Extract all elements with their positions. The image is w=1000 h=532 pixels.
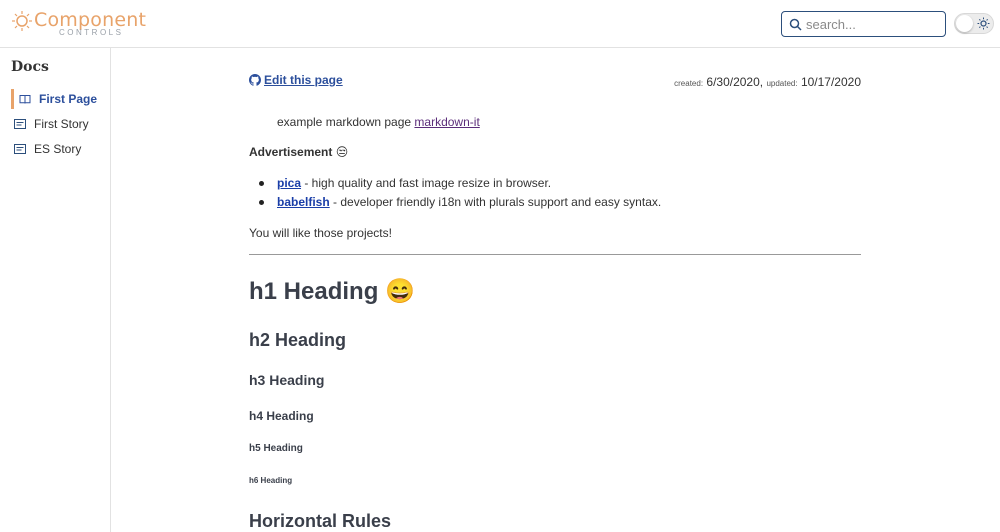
sidebar-item-es-story[interactable]: ES Story (11, 139, 109, 159)
example-text: example markdown page (277, 115, 415, 129)
edit-page-label: Edit this page (264, 73, 343, 87)
sidebar-title: Docs (11, 59, 49, 75)
list-item-desc: - high quality and fast image resize in … (301, 176, 552, 190)
search-icon (789, 18, 802, 31)
search-input[interactable] (806, 15, 940, 33)
like-paragraph: You will like those projects! (249, 226, 392, 240)
search-box[interactable] (781, 11, 946, 37)
page-dates: created: 6/30/2020, updated: 10/17/2020 (674, 75, 861, 89)
list-item-desc: - developer friendly i18n with plurals s… (329, 195, 662, 209)
logo[interactable]: Component CONTROLS (11, 8, 146, 40)
edit-page-link[interactable]: Edit this page (249, 73, 343, 87)
sidebar-item-first-story[interactable]: First Story (11, 114, 109, 134)
toggle-knob (956, 15, 973, 32)
created-label: created: (674, 79, 704, 88)
h4-heading: h4 Heading (249, 409, 314, 423)
created-date: 6/30/2020, (706, 75, 764, 89)
advertisement-heading: Advertisement 😒 (249, 145, 349, 159)
logo-sun-icon (12, 11, 32, 31)
example-paragraph: example markdown page markdown-it (277, 115, 480, 129)
theme-toggle[interactable] (954, 13, 994, 34)
h2-heading: h2 Heading (249, 330, 347, 350)
sidebar-item-label: First Story (34, 117, 89, 131)
top-header: Component CONTROLS (0, 0, 1000, 48)
babelfish-link[interactable]: babelfish (277, 195, 330, 209)
github-icon (249, 74, 261, 86)
h5-heading: h5 Heading (249, 443, 303, 454)
sidebar-item-label: ES Story (34, 142, 82, 156)
h3-heading: h3 Heading (249, 372, 325, 388)
sidebar: Docs First Page First Story ES Story (0, 48, 111, 532)
sun-icon (977, 17, 990, 30)
story-icon (14, 144, 26, 154)
sidebar-item-first-page[interactable]: First Page (11, 89, 109, 109)
story-icon (14, 119, 26, 129)
updated-date: 10/17/2020 (800, 75, 861, 89)
list-item: babelfish - developer friendly i18n with… (258, 194, 662, 213)
h6-heading: h6 Heading (249, 476, 293, 485)
markdown-it-link[interactable]: markdown-it (414, 115, 479, 129)
updated-label: updated: (766, 79, 798, 88)
horizontal-rule (249, 254, 861, 255)
logo-subtext: CONTROLS (59, 28, 124, 37)
pica-link[interactable]: pica (277, 176, 301, 190)
book-icon (19, 95, 31, 104)
sidebar-item-label: First Page (39, 92, 98, 106)
list-item: pica - high quality and fast image resiz… (258, 175, 661, 194)
horizontal-rules-heading: Horizontal Rules (249, 511, 392, 531)
h1-heading: h1 Heading 😄 (249, 278, 415, 305)
project-list: pica - high quality and fast image resiz… (258, 175, 662, 213)
